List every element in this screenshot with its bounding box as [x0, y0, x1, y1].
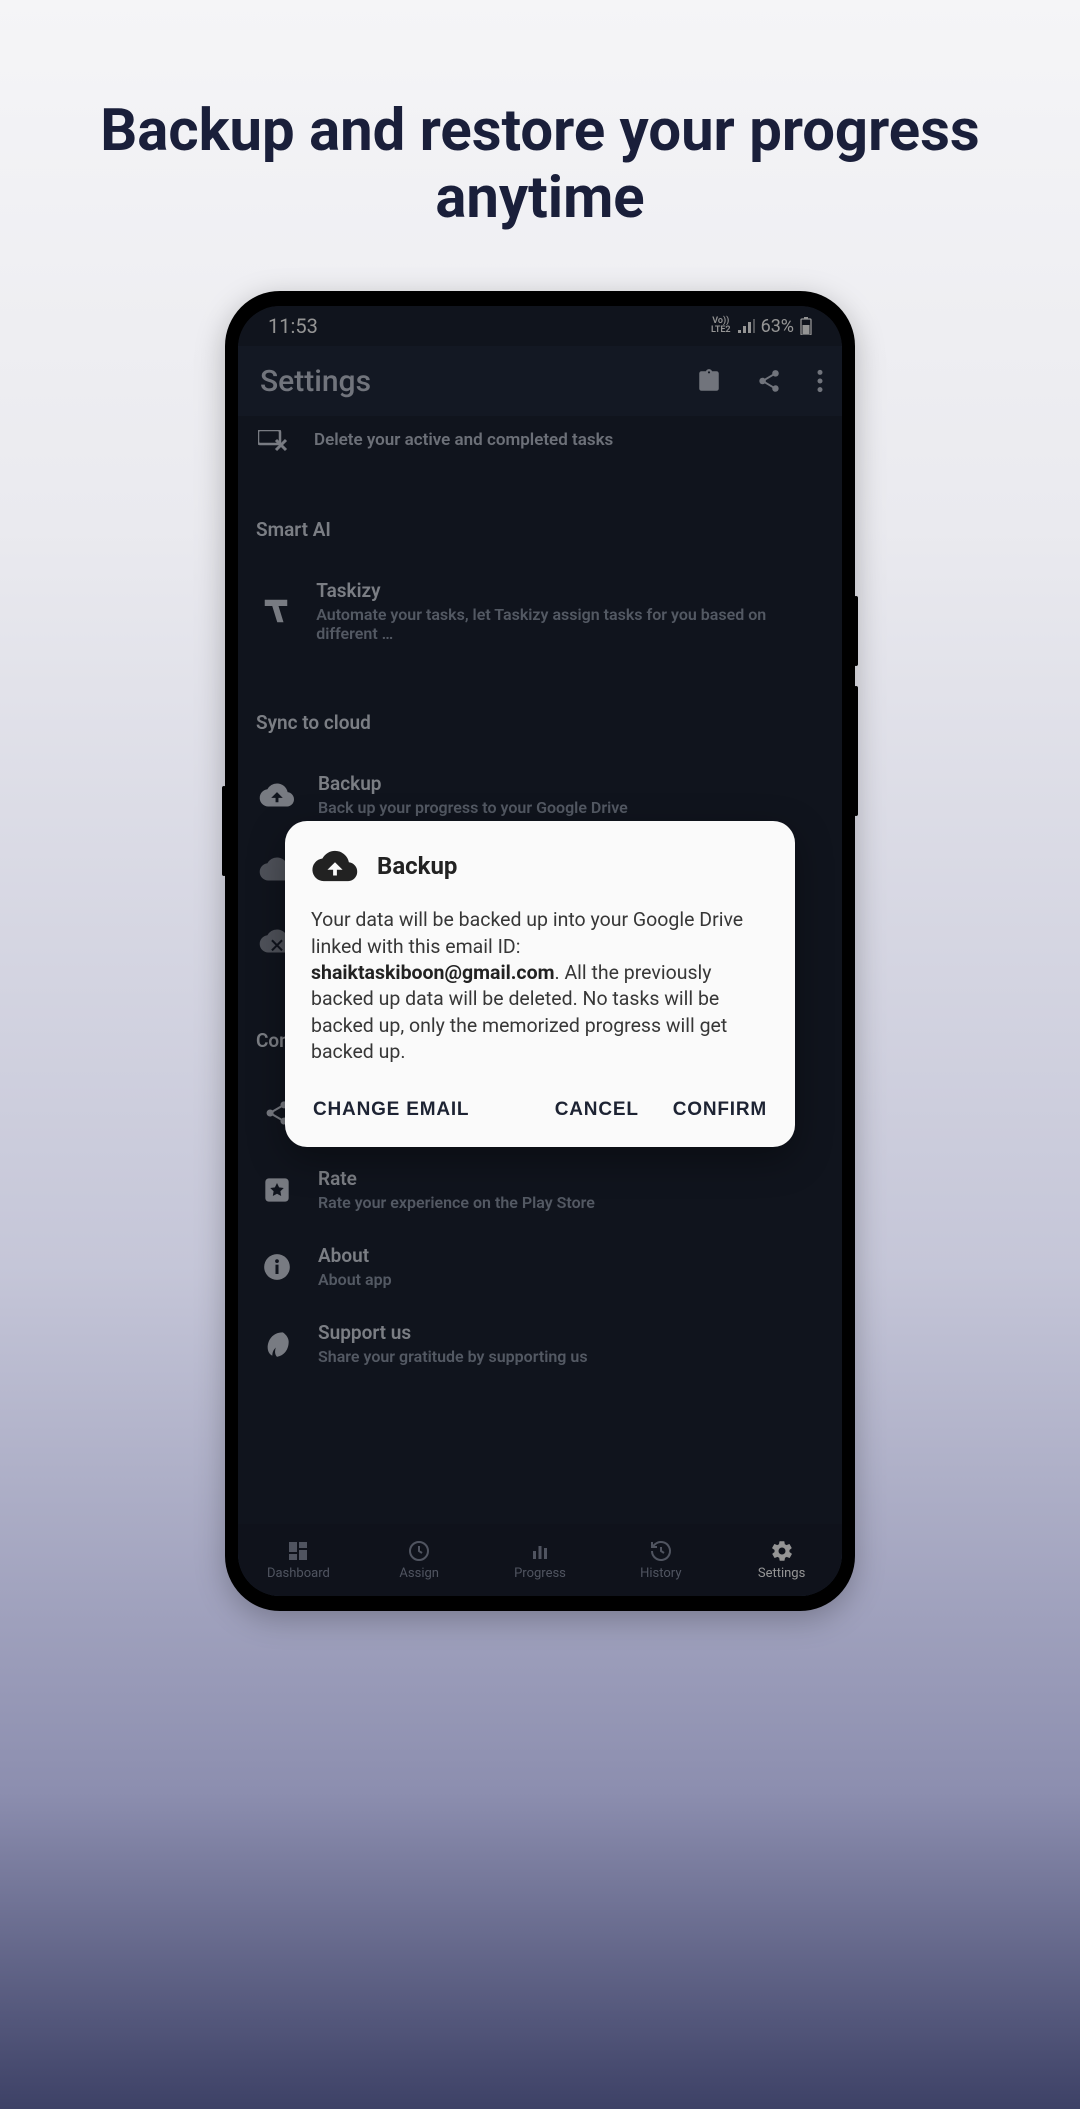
change-email-button[interactable]: CHANGE EMAIL [311, 1093, 471, 1127]
dialog-title: Backup [377, 852, 457, 880]
phone-screen: 11:53 Vo))LTE2 63% Settings [238, 306, 842, 1596]
promo-title: Backup and restore your progress anytime [0, 0, 1080, 291]
phone-frame: 11:53 Vo))LTE2 63% Settings [225, 291, 855, 1611]
confirm-button[interactable]: CONFIRM [671, 1093, 769, 1127]
backup-dialog: Backup Your data will be backed up into … [285, 821, 795, 1147]
phone-side-button [854, 686, 858, 816]
phone-side-button [222, 786, 226, 876]
cancel-button[interactable]: CANCEL [553, 1093, 641, 1127]
dialog-body: Your data will be backed up into your Go… [311, 907, 769, 1065]
dialog-email: shaiktaskiboon@gmail.com [311, 961, 554, 984]
cloud-upload-icon [311, 849, 359, 883]
phone-side-button [854, 596, 858, 666]
